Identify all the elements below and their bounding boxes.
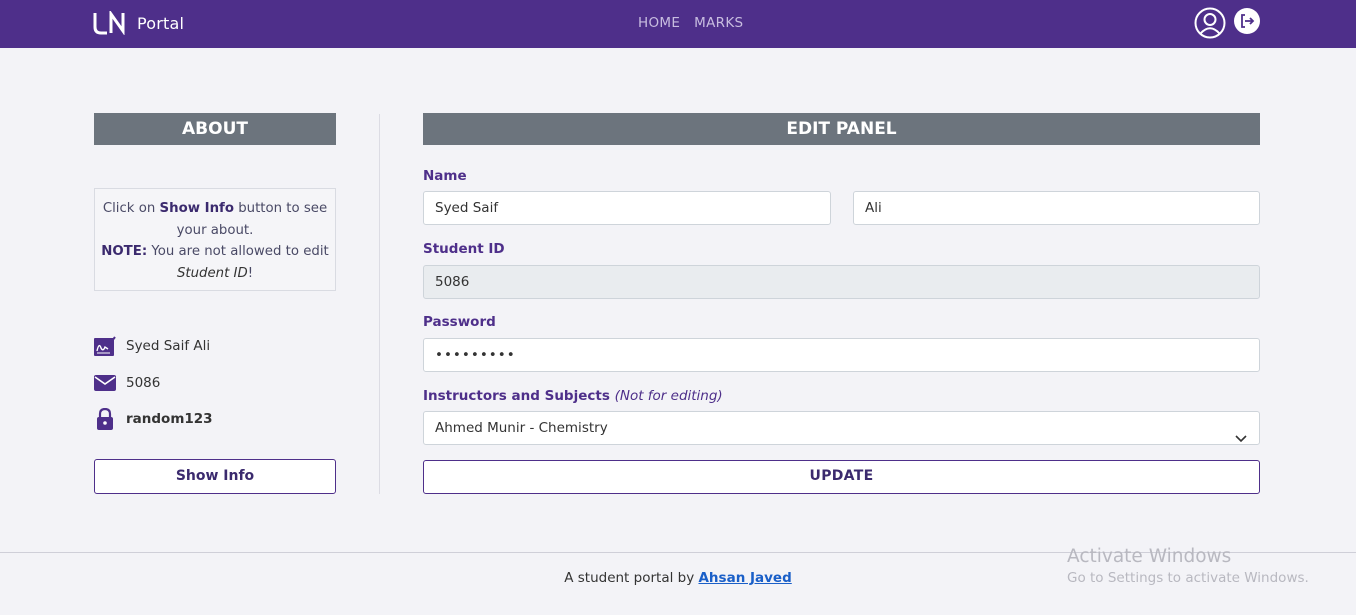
instructors-label-note: (Not for editing) <box>614 388 723 404</box>
nav-link-home[interactable]: HOME <box>638 15 680 31</box>
activate-windows-subtitle: Go to Settings to activate Windows. <box>1067 570 1309 586</box>
student-id-field: 5086 <box>423 265 1260 299</box>
user-circle-icon[interactable] <box>1194 7 1226 43</box>
about-header: ABOUT <box>94 113 336 145</box>
last-name-field[interactable]: Ali <box>853 191 1260 225</box>
info-note-end: ! <box>247 265 254 281</box>
instructors-label: Instructors and Subjects (Not for editin… <box>423 388 723 404</box>
info-text-pre: Click on <box>102 201 160 216</box>
about-info-box: Click on Show Info button to see your ab… <box>94 188 336 291</box>
info-note-text: You are not allowed to edit <box>147 244 329 259</box>
brand-text: Portal <box>137 13 185 33</box>
info-note-italic: Student ID <box>176 265 248 281</box>
show-info-button[interactable]: Show Info <box>94 459 336 494</box>
envelope-icon <box>94 372 116 394</box>
top-navbar: Portal HOME MARKS <box>0 0 1356 48</box>
footer-author-link[interactable]: Ahsan Javed <box>698 570 791 586</box>
instructors-select[interactable]: Ahmed Munir - Chemistry <box>423 411 1260 445</box>
column-divider <box>379 114 380 494</box>
un-logo-icon <box>93 11 125 35</box>
about-panel: ABOUT Click on Show Info button to see y… <box>94 113 336 494</box>
about-password-value: random123 <box>126 411 213 427</box>
signature-icon <box>94 335 116 357</box>
password-label: Password <box>423 314 496 330</box>
activate-windows-title: Activate Windows <box>1067 546 1232 567</box>
lock-icon <box>94 408 116 430</box>
logout-icon[interactable] <box>1233 7 1261 39</box>
password-field[interactable]: ••••••••• <box>423 338 1260 372</box>
edit-header: EDIT PANEL <box>423 113 1260 145</box>
about-name-row: Syed Saif Ali <box>94 335 210 357</box>
instructors-selected-value: Ahmed Munir - Chemistry <box>435 420 608 436</box>
about-id-row: 5086 <box>94 372 160 394</box>
nav-link-marks[interactable]: MARKS <box>694 15 743 31</box>
student-id-label: Student ID <box>423 241 505 257</box>
info-note-bold: NOTE: <box>101 244 148 259</box>
about-password-row: random123 <box>94 408 213 430</box>
chevron-down-icon <box>1235 423 1247 455</box>
edit-panel: EDIT PANEL Name Syed Saif Ali Student ID… <box>423 113 1260 494</box>
about-id-value: 5086 <box>126 375 161 391</box>
about-name-value: Syed Saif Ali <box>126 338 211 354</box>
update-button[interactable]: UPDATE <box>423 460 1260 494</box>
first-name-field[interactable]: Syed Saif <box>423 191 831 225</box>
instructors-label-text: Instructors and Subjects <box>423 388 610 404</box>
footer-text: A student portal by <box>564 570 699 586</box>
brand-logo[interactable]: Portal <box>93 11 184 35</box>
name-label: Name <box>423 168 467 184</box>
nav-links: HOME MARKS <box>638 15 743 31</box>
info-text-bold: Show Info <box>159 201 234 216</box>
